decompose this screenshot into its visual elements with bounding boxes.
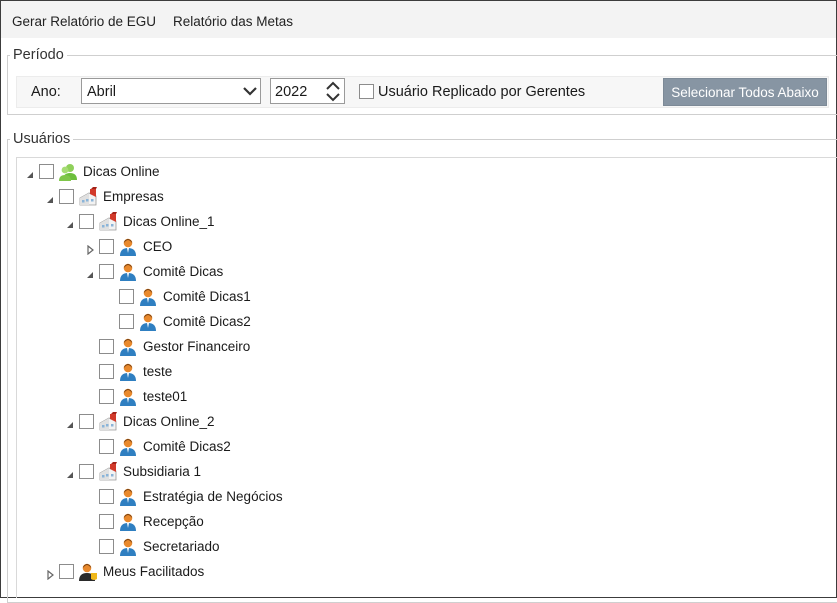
year-stepper-value: 2022 [275, 84, 308, 100]
tree-checkbox[interactable] [119, 314, 134, 329]
tree-item-label[interactable]: teste [143, 364, 172, 379]
user-icon [118, 337, 138, 357]
stepper-up-icon[interactable] [322, 79, 344, 91]
tree-checkbox[interactable] [99, 239, 114, 254]
tree-item-label[interactable]: Dicas Online_2 [123, 414, 215, 429]
tree-row[interactable]: Subsidiaria 1 [17, 461, 817, 483]
tree-row[interactable]: teste01 [17, 386, 817, 408]
tree-checkbox[interactable] [99, 364, 114, 379]
tree-item-label[interactable]: Dicas Online_1 [123, 214, 215, 229]
tree-expanded-icon[interactable] [45, 192, 55, 203]
tree-row[interactable]: Meus Facilitados [17, 561, 817, 583]
tree-expanded-icon[interactable] [65, 467, 75, 478]
tree-row[interactable]: Secretariado [17, 536, 817, 558]
tree-expanded-icon[interactable] [85, 267, 95, 278]
tree-item-label[interactable]: Comitê Dicas1 [163, 289, 251, 304]
tree-item-label[interactable]: teste01 [143, 389, 187, 404]
year-stepper[interactable]: 2022 [270, 78, 345, 104]
tree-item-label[interactable]: Dicas Online [83, 164, 160, 179]
tree-collapsed-icon[interactable] [85, 242, 95, 256]
company-icon [98, 212, 118, 232]
company-icon [98, 412, 118, 432]
tree-row[interactable]: Comitê Dicas2 [17, 311, 817, 333]
stepper-down-icon[interactable] [322, 91, 344, 103]
chevron-down-icon[interactable] [240, 79, 260, 103]
tree-row[interactable]: Dicas Online [17, 161, 817, 183]
tree-item-label[interactable]: Comitê Dicas2 [143, 439, 231, 454]
tree-checkbox[interactable] [99, 439, 114, 454]
tree-row[interactable]: Empresas [17, 186, 817, 208]
app-window: Gerar Relatório de EGU Relatório das Met… [0, 0, 837, 603]
facilitated-user-icon [78, 562, 98, 582]
tree-checkbox[interactable] [79, 414, 94, 429]
menu-item-gerar-relatorio-egu[interactable]: Gerar Relatório de EGU [12, 14, 156, 29]
tree-row[interactable]: Dicas Online_2 [17, 411, 817, 433]
tree-checkbox[interactable] [79, 464, 94, 479]
periodo-toolbar: Ano: Abril 2022 Usuário Replicado por Ge… [16, 76, 829, 108]
tree-checkbox[interactable] [99, 539, 114, 554]
company-icon [98, 462, 118, 482]
tree-collapsed-icon[interactable] [45, 567, 55, 581]
tree-item-label[interactable]: Recepção [143, 514, 204, 529]
tree-row[interactable]: Dicas Online_1 [17, 211, 817, 233]
tree-row[interactable]: Gestor Financeiro [17, 336, 817, 358]
tree-row[interactable]: Comitê Dicas1 [17, 286, 817, 308]
tree-row[interactable]: Comitê Dicas2 [17, 436, 817, 458]
user-group-icon [58, 162, 78, 182]
user-icon [118, 387, 138, 407]
tree-item-label[interactable]: Estratégia de Negócios [143, 489, 283, 504]
user-icon [138, 312, 158, 332]
select-all-button[interactable]: Selecionar Todos Abaixo [663, 78, 827, 106]
company-icon [78, 187, 98, 207]
user-icon [118, 512, 138, 532]
tree-item-label[interactable]: Subsidiaria 1 [123, 464, 201, 479]
tree-item-label[interactable]: Comitê Dicas2 [163, 314, 251, 329]
user-icon [118, 487, 138, 507]
month-select-value: Abril [87, 84, 117, 100]
replicated-checkbox-label[interactable]: Usuário Replicado por Gerentes [378, 84, 585, 100]
users-tree: Dicas Online Empresas Dicas Online_1 CEO… [16, 157, 837, 598]
tree-expanded-icon[interactable] [25, 167, 35, 178]
tree-checkbox[interactable] [79, 214, 94, 229]
periodo-legend: Período [13, 47, 64, 63]
tree-checkbox[interactable] [39, 164, 54, 179]
tree-item-label[interactable]: CEO [143, 239, 172, 254]
user-icon [118, 437, 138, 457]
tree-expanded-icon[interactable] [65, 217, 75, 228]
user-icon [118, 262, 138, 282]
tree-row[interactable]: Estratégia de Negócios [17, 486, 817, 508]
tree-item-label[interactable]: Gestor Financeiro [143, 339, 250, 354]
tree-expanded-icon[interactable] [65, 417, 75, 428]
tree-checkbox[interactable] [59, 189, 74, 204]
tree-row[interactable]: CEO [17, 236, 817, 258]
usuarios-legend: Usuários [13, 131, 71, 147]
menu-bar: Gerar Relatório de EGU Relatório das Met… [1, 1, 836, 38]
menu-item-relatorio-metas[interactable]: Relatório das Metas [173, 14, 293, 29]
tree-row[interactable]: Recepção [17, 511, 817, 533]
user-icon [138, 287, 158, 307]
ano-label: Ano: [31, 84, 61, 100]
tree-checkbox[interactable] [99, 389, 114, 404]
tree-item-label[interactable]: Empresas [103, 189, 164, 204]
tree-row[interactable]: teste [17, 361, 817, 383]
user-icon [118, 362, 138, 382]
tree-row[interactable]: Comitê Dicas [17, 261, 817, 283]
month-select[interactable]: Abril [81, 78, 261, 104]
tree-checkbox[interactable] [59, 564, 74, 579]
replicated-checkbox[interactable] [359, 84, 374, 99]
tree-checkbox[interactable] [99, 339, 114, 354]
tree-checkbox[interactable] [119, 289, 134, 304]
user-icon [118, 237, 138, 257]
user-icon [118, 537, 138, 557]
tree-item-label[interactable]: Meus Facilitados [103, 564, 204, 579]
tree-item-label[interactable]: Comitê Dicas [143, 264, 223, 279]
tree-checkbox[interactable] [99, 264, 114, 279]
tree-checkbox[interactable] [99, 489, 114, 504]
tree-checkbox[interactable] [99, 514, 114, 529]
tree-item-label[interactable]: Secretariado [143, 539, 220, 554]
